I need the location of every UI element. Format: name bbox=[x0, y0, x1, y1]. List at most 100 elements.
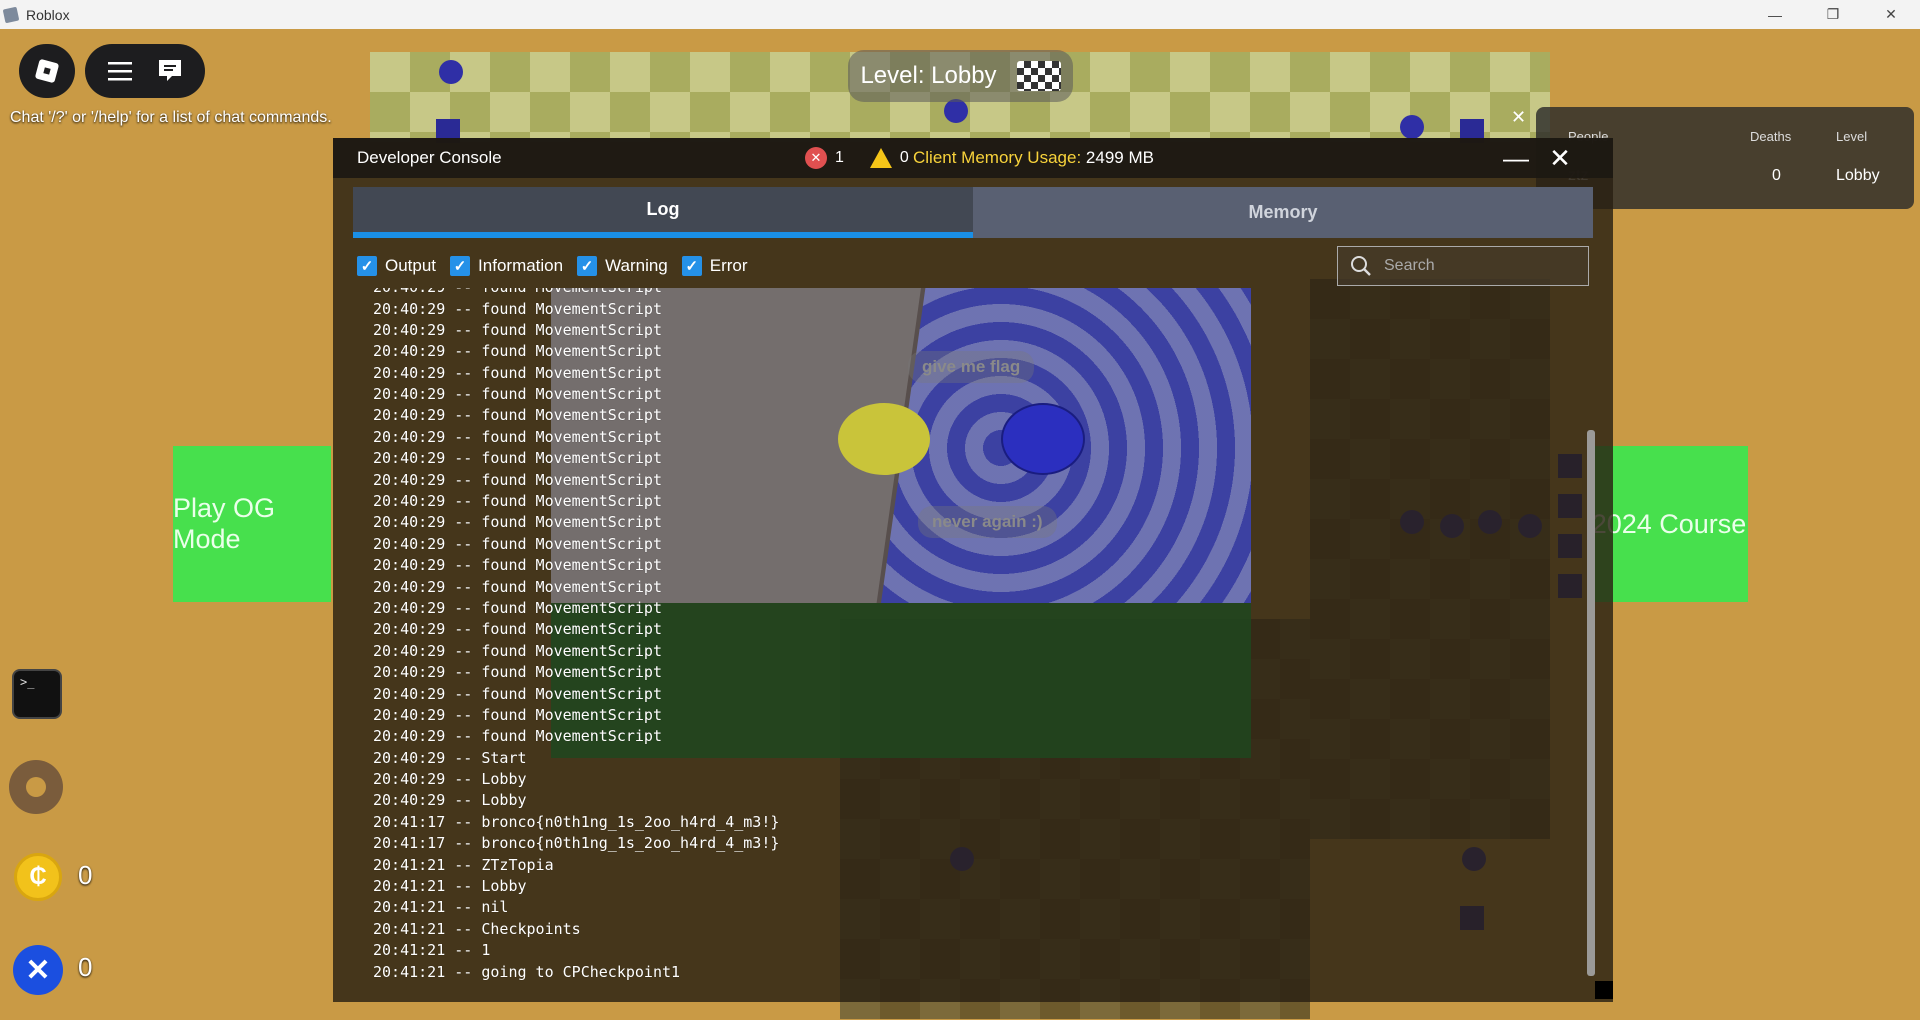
log-line: 20:41:21 -- nil bbox=[373, 898, 509, 917]
log-line: 20:40:29 -- found MovementScript bbox=[373, 320, 662, 339]
blue-ball bbox=[944, 99, 968, 123]
memory-label: Client Memory Usage: bbox=[913, 148, 1082, 167]
log-search-box[interactable] bbox=[1337, 246, 1589, 286]
log-line: 20:40:29 -- found MovementScript bbox=[373, 577, 662, 596]
log-line: 20:40:29 -- found MovementScript bbox=[373, 705, 662, 724]
log-line: 20:40:29 -- found MovementScript bbox=[373, 727, 662, 746]
checkbox-checked-icon[interactable]: ✓ bbox=[357, 256, 377, 276]
log-line: 20:40:29 -- found MovementScript bbox=[373, 406, 662, 425]
memory-value: 2499 MB bbox=[1085, 148, 1154, 167]
log-line: 20:40:29 -- found MovementScript bbox=[373, 363, 662, 382]
log-line: 20:40:29 -- found MovementScript bbox=[373, 342, 662, 361]
memory-usage: Client Memory Usage: 2499 MB bbox=[913, 148, 1154, 168]
tab-memory[interactable]: Memory bbox=[973, 187, 1593, 238]
warning-count: 0 bbox=[899, 149, 909, 166]
log-line: 20:40:29 -- found MovementScript bbox=[373, 299, 662, 318]
deaths-x-icon: ✕ bbox=[13, 945, 63, 995]
blue-ball bbox=[439, 60, 463, 84]
leaderboard-close-icon[interactable]: ✕ bbox=[1511, 107, 1526, 128]
coin-count: 0 bbox=[78, 860, 93, 890]
log-line: 20:40:29 -- found MovementScript bbox=[373, 534, 662, 553]
roblox-app-icon bbox=[2, 6, 20, 23]
blue-ball bbox=[1400, 115, 1424, 139]
devconsole-close-button[interactable]: ✕ bbox=[1545, 144, 1575, 172]
log-list: 20:40:29 -- found MovementScript 20:40:29… bbox=[353, 288, 1585, 983]
log-line: 20:41:21 -- going to CPCheckpoint1 bbox=[373, 962, 681, 981]
devconsole-tabs: Log Memory bbox=[353, 187, 1593, 238]
filter-information-label: Information bbox=[478, 256, 564, 275]
deaths-count: 0 bbox=[78, 952, 93, 982]
log-line: 20:40:29 -- found MovementScript bbox=[373, 598, 662, 617]
checkbox-checked-icon[interactable]: ✓ bbox=[681, 256, 702, 276]
log-line: 20:41:21 -- Lobby bbox=[373, 877, 527, 896]
log-line: 20:40:29 -- found MovementScript bbox=[373, 449, 662, 468]
log-line: 20:40:29 -- found MovementScript bbox=[373, 684, 662, 703]
level-label: Level: Lobby bbox=[860, 62, 997, 89]
log-line: 20:40:29 -- found MovementScript bbox=[373, 492, 662, 511]
window-controls: — ❐ ✕ bbox=[1746, 0, 1920, 29]
warning-icon bbox=[869, 148, 892, 168]
filter-warning-label: Warning bbox=[605, 256, 668, 275]
checkered-flag-icon bbox=[1016, 61, 1061, 91]
roblox-logo-icon bbox=[35, 59, 59, 83]
close-button[interactable]: ✕ bbox=[1862, 0, 1920, 29]
log-line: 20:40:29 -- Lobby bbox=[373, 791, 527, 810]
coin-icon: ₵ bbox=[14, 853, 62, 901]
filter-information[interactable]: ✓ Information bbox=[450, 256, 563, 276]
log-output[interactable]: 20:40:29 -- found MovementScript 20:40:29… bbox=[353, 288, 1585, 983]
lb-col-deaths: Deaths bbox=[1750, 129, 1792, 144]
chat-icon[interactable] bbox=[156, 58, 184, 84]
devconsole-header[interactable]: Developer Console ✕ 1 0 Client Memory Us… bbox=[333, 138, 1613, 178]
lb-col-level: Level bbox=[1836, 129, 1868, 144]
lb-player-deaths: 0 bbox=[1772, 167, 1781, 184]
window-titlebar: Roblox — ❐ ✕ bbox=[0, 0, 1920, 29]
log-line: 20:40:29 -- found MovementScript bbox=[373, 641, 662, 660]
play-og-mode-button[interactable]: Play OG Mode bbox=[173, 446, 331, 602]
devconsole-minimize-button[interactable]: — bbox=[1501, 144, 1531, 172]
log-line: 20:41:21 -- Checkpoints bbox=[373, 919, 581, 938]
checkbox-checked-icon[interactable]: ✓ bbox=[450, 256, 471, 276]
log-line: 20:40:29 -- found MovementScript bbox=[373, 556, 662, 575]
restore-button[interactable]: ❐ bbox=[1804, 0, 1862, 29]
devconsole-title: Developer Console bbox=[357, 148, 502, 167]
filter-error[interactable]: ✓ Error bbox=[681, 256, 748, 276]
checkbox-checked-icon[interactable]: ✓ bbox=[577, 256, 598, 276]
console-toggle-button[interactable]: >_ bbox=[12, 669, 62, 719]
minimize-button[interactable]: — bbox=[1746, 0, 1804, 29]
search-input[interactable] bbox=[1384, 257, 1574, 275]
log-line: 20:40:29 -- found MovementScript bbox=[353, 288, 1585, 299]
error-warning-counts: ✕ 1 0 bbox=[805, 147, 909, 169]
log-line: 20:40:29 -- found MovementScript bbox=[373, 513, 662, 532]
hamburger-menu-icon[interactable] bbox=[107, 60, 133, 82]
roblox-menu-button[interactable] bbox=[19, 44, 75, 98]
filter-output-label: Output bbox=[385, 256, 437, 275]
filter-error-label: Error bbox=[709, 256, 748, 275]
chat-hint: Chat '/?' or '/help' for a list of chat … bbox=[10, 109, 332, 126]
filter-output[interactable]: ✓ Output bbox=[357, 256, 436, 276]
error-count: 1 bbox=[835, 149, 844, 166]
filter-warning[interactable]: ✓ Warning bbox=[577, 256, 668, 276]
log-line: 20:41:21 -- ZTzTopia bbox=[373, 855, 554, 874]
devconsole-controls: — ✕ bbox=[1501, 144, 1575, 172]
log-line: 20:40:29 -- found MovementScript bbox=[373, 663, 662, 682]
error-icon: ✕ bbox=[805, 147, 827, 169]
developer-console: Developer Console ✕ 1 0 Client Memory Us… bbox=[333, 138, 1613, 1002]
log-line: 20:40:29 -- found MovementScript bbox=[373, 470, 662, 489]
log-line: 20:41:17 -- bronco{n0th1ng_1s_2oo_h4rd_4… bbox=[373, 834, 780, 853]
log-line: 20:40:29 -- found MovementScript bbox=[373, 385, 662, 404]
log-line: 20:40:29 -- Lobby bbox=[373, 770, 527, 789]
search-icon bbox=[1351, 256, 1371, 276]
log-scrollbar[interactable] bbox=[1587, 430, 1595, 976]
settings-gear-icon[interactable] bbox=[9, 760, 63, 814]
2024-course-button[interactable]: 2024 Course bbox=[1590, 446, 1748, 602]
log-filters: ✓ Output ✓ Information ✓ Warning ✓ Error bbox=[357, 256, 748, 276]
resize-handle[interactable] bbox=[1595, 981, 1613, 999]
terminal-icon: >_ bbox=[20, 675, 35, 689]
window-title: Roblox bbox=[26, 6, 70, 23]
log-line: 20:41:21 -- 1 bbox=[373, 941, 491, 960]
level-indicator: Level: Lobby bbox=[848, 50, 1073, 102]
log-line: 20:40:29 -- found MovementScript bbox=[373, 427, 662, 446]
tab-log[interactable]: Log bbox=[353, 187, 973, 238]
log-line: 20:40:29 -- found MovementScript bbox=[373, 620, 662, 639]
menu-chat-group bbox=[85, 44, 205, 98]
